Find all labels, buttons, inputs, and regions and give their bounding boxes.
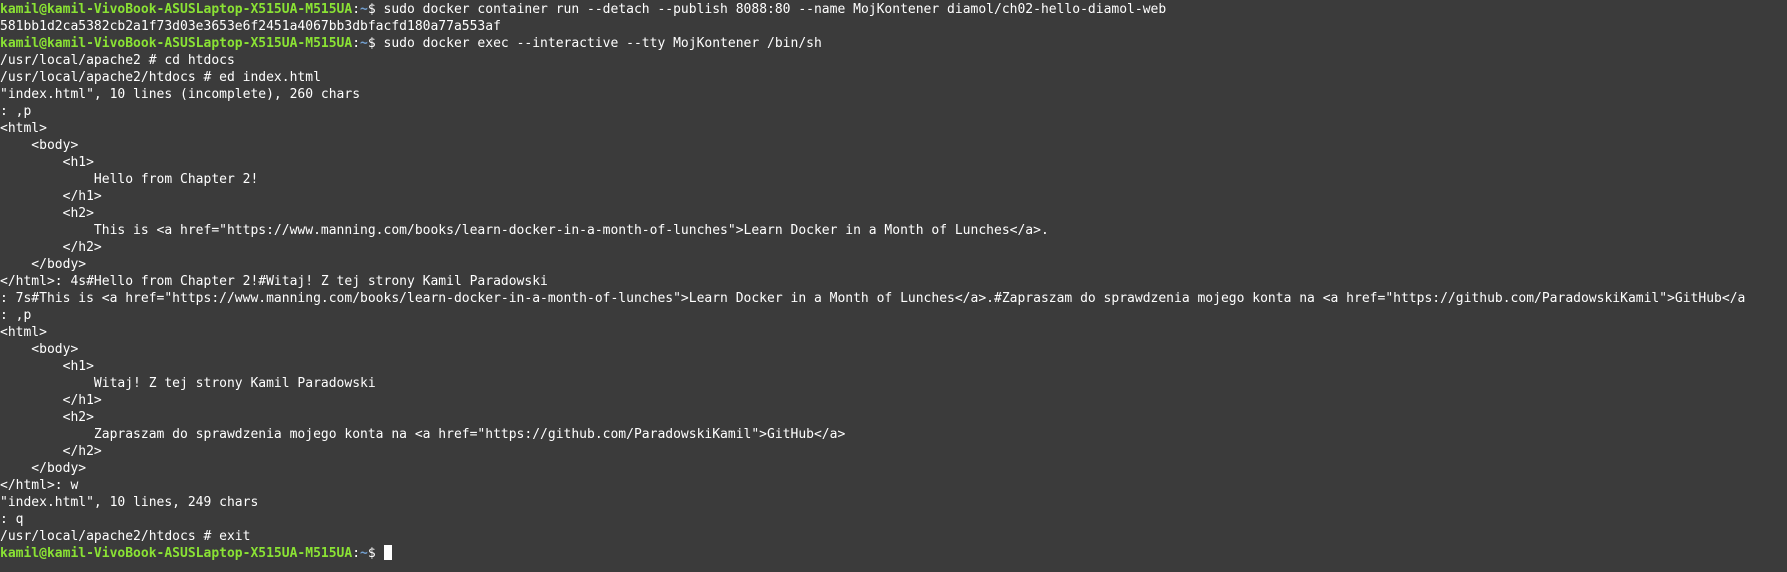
output-line: /usr/local/apache2/htdocs # exit xyxy=(0,529,251,544)
prompt-user-host: kamil@kamil-VivoBook-ASUSLaptop-X515UA-M… xyxy=(0,546,353,561)
output-line: </h2> xyxy=(0,240,102,255)
output-line: </html>: 4s#Hello from Chapter 2!#Witaj!… xyxy=(0,274,548,289)
output-line: /usr/local/apache2/htdocs # ed index.htm… xyxy=(0,70,321,85)
output-line: <body> xyxy=(0,342,79,357)
output-line: : 7s#This is <a href="https://www.mannin… xyxy=(0,291,1746,306)
output-line: "index.html", 10 lines, 249 chars xyxy=(0,495,259,510)
output-line: : q xyxy=(0,512,24,527)
prompt-separator: : xyxy=(352,546,361,561)
output-line: </body> xyxy=(0,257,87,272)
command-text: sudo docker exec --interactive --tty Moj… xyxy=(383,36,822,51)
text-cursor xyxy=(383,545,392,560)
prompt-line: kamil@kamil-VivoBook-ASUSLaptop-X515UA-M… xyxy=(0,35,1787,52)
prompt-symbol: $ xyxy=(367,546,384,561)
prompt-line: kamil@kamil-VivoBook-ASUSLaptop-X515UA-M… xyxy=(0,1,1787,18)
prompt-user-host: kamil@kamil-VivoBook-ASUSLaptop-X515UA-M… xyxy=(0,2,353,17)
prompt-user-host: kamil@kamil-VivoBook-ASUSLaptop-X515UA-M… xyxy=(0,36,353,51)
terminal-output[interactable]: kamil@kamil-VivoBook-ASUSLaptop-X515UA-M… xyxy=(0,1,1787,562)
output-line: Witaj! Z tej strony Kamil Paradowski xyxy=(0,376,376,391)
command-text: sudo docker container run --detach --pub… xyxy=(383,2,1167,17)
output-line: This is <a href="https://www.manning.com… xyxy=(0,223,1049,238)
prompt-symbol: $ xyxy=(367,36,384,51)
output-line: 581bb1d2ca5382cb2a1f73d03e3653e6f2451a40… xyxy=(0,19,501,34)
output-line: "index.html", 10 lines (incomplete), 260… xyxy=(0,87,361,102)
prompt-line: kamil@kamil-VivoBook-ASUSLaptop-X515UA-M… xyxy=(0,545,1787,562)
output-line: </h1> xyxy=(0,189,102,204)
prompt-separator: : xyxy=(352,36,361,51)
output-line: <h2> xyxy=(0,410,94,425)
output-line: <h1> xyxy=(0,359,94,374)
output-line: </body> xyxy=(0,461,87,476)
output-line: <h1> xyxy=(0,155,94,170)
output-line: : ,p xyxy=(0,308,32,323)
output-line: </h2> xyxy=(0,444,102,459)
prompt-path: ~ xyxy=(360,2,368,17)
prompt-path: ~ xyxy=(360,36,368,51)
prompt-symbol: $ xyxy=(367,2,384,17)
output-line: </h1> xyxy=(0,393,102,408)
output-line: Zapraszam do sprawdzenia mojego konta na… xyxy=(0,427,846,442)
output-line: /usr/local/apache2 # cd htdocs xyxy=(0,53,235,68)
prompt-separator: : xyxy=(352,2,361,17)
output-line: </html>: w xyxy=(0,478,79,493)
output-line: <html> xyxy=(0,121,47,136)
output-line: Hello from Chapter 2! xyxy=(0,172,259,187)
output-line: <html> xyxy=(0,325,47,340)
output-line: : ,p xyxy=(0,104,32,119)
output-line: <h2> xyxy=(0,206,94,221)
output-line: <body> xyxy=(0,138,79,153)
prompt-path: ~ xyxy=(360,546,368,561)
